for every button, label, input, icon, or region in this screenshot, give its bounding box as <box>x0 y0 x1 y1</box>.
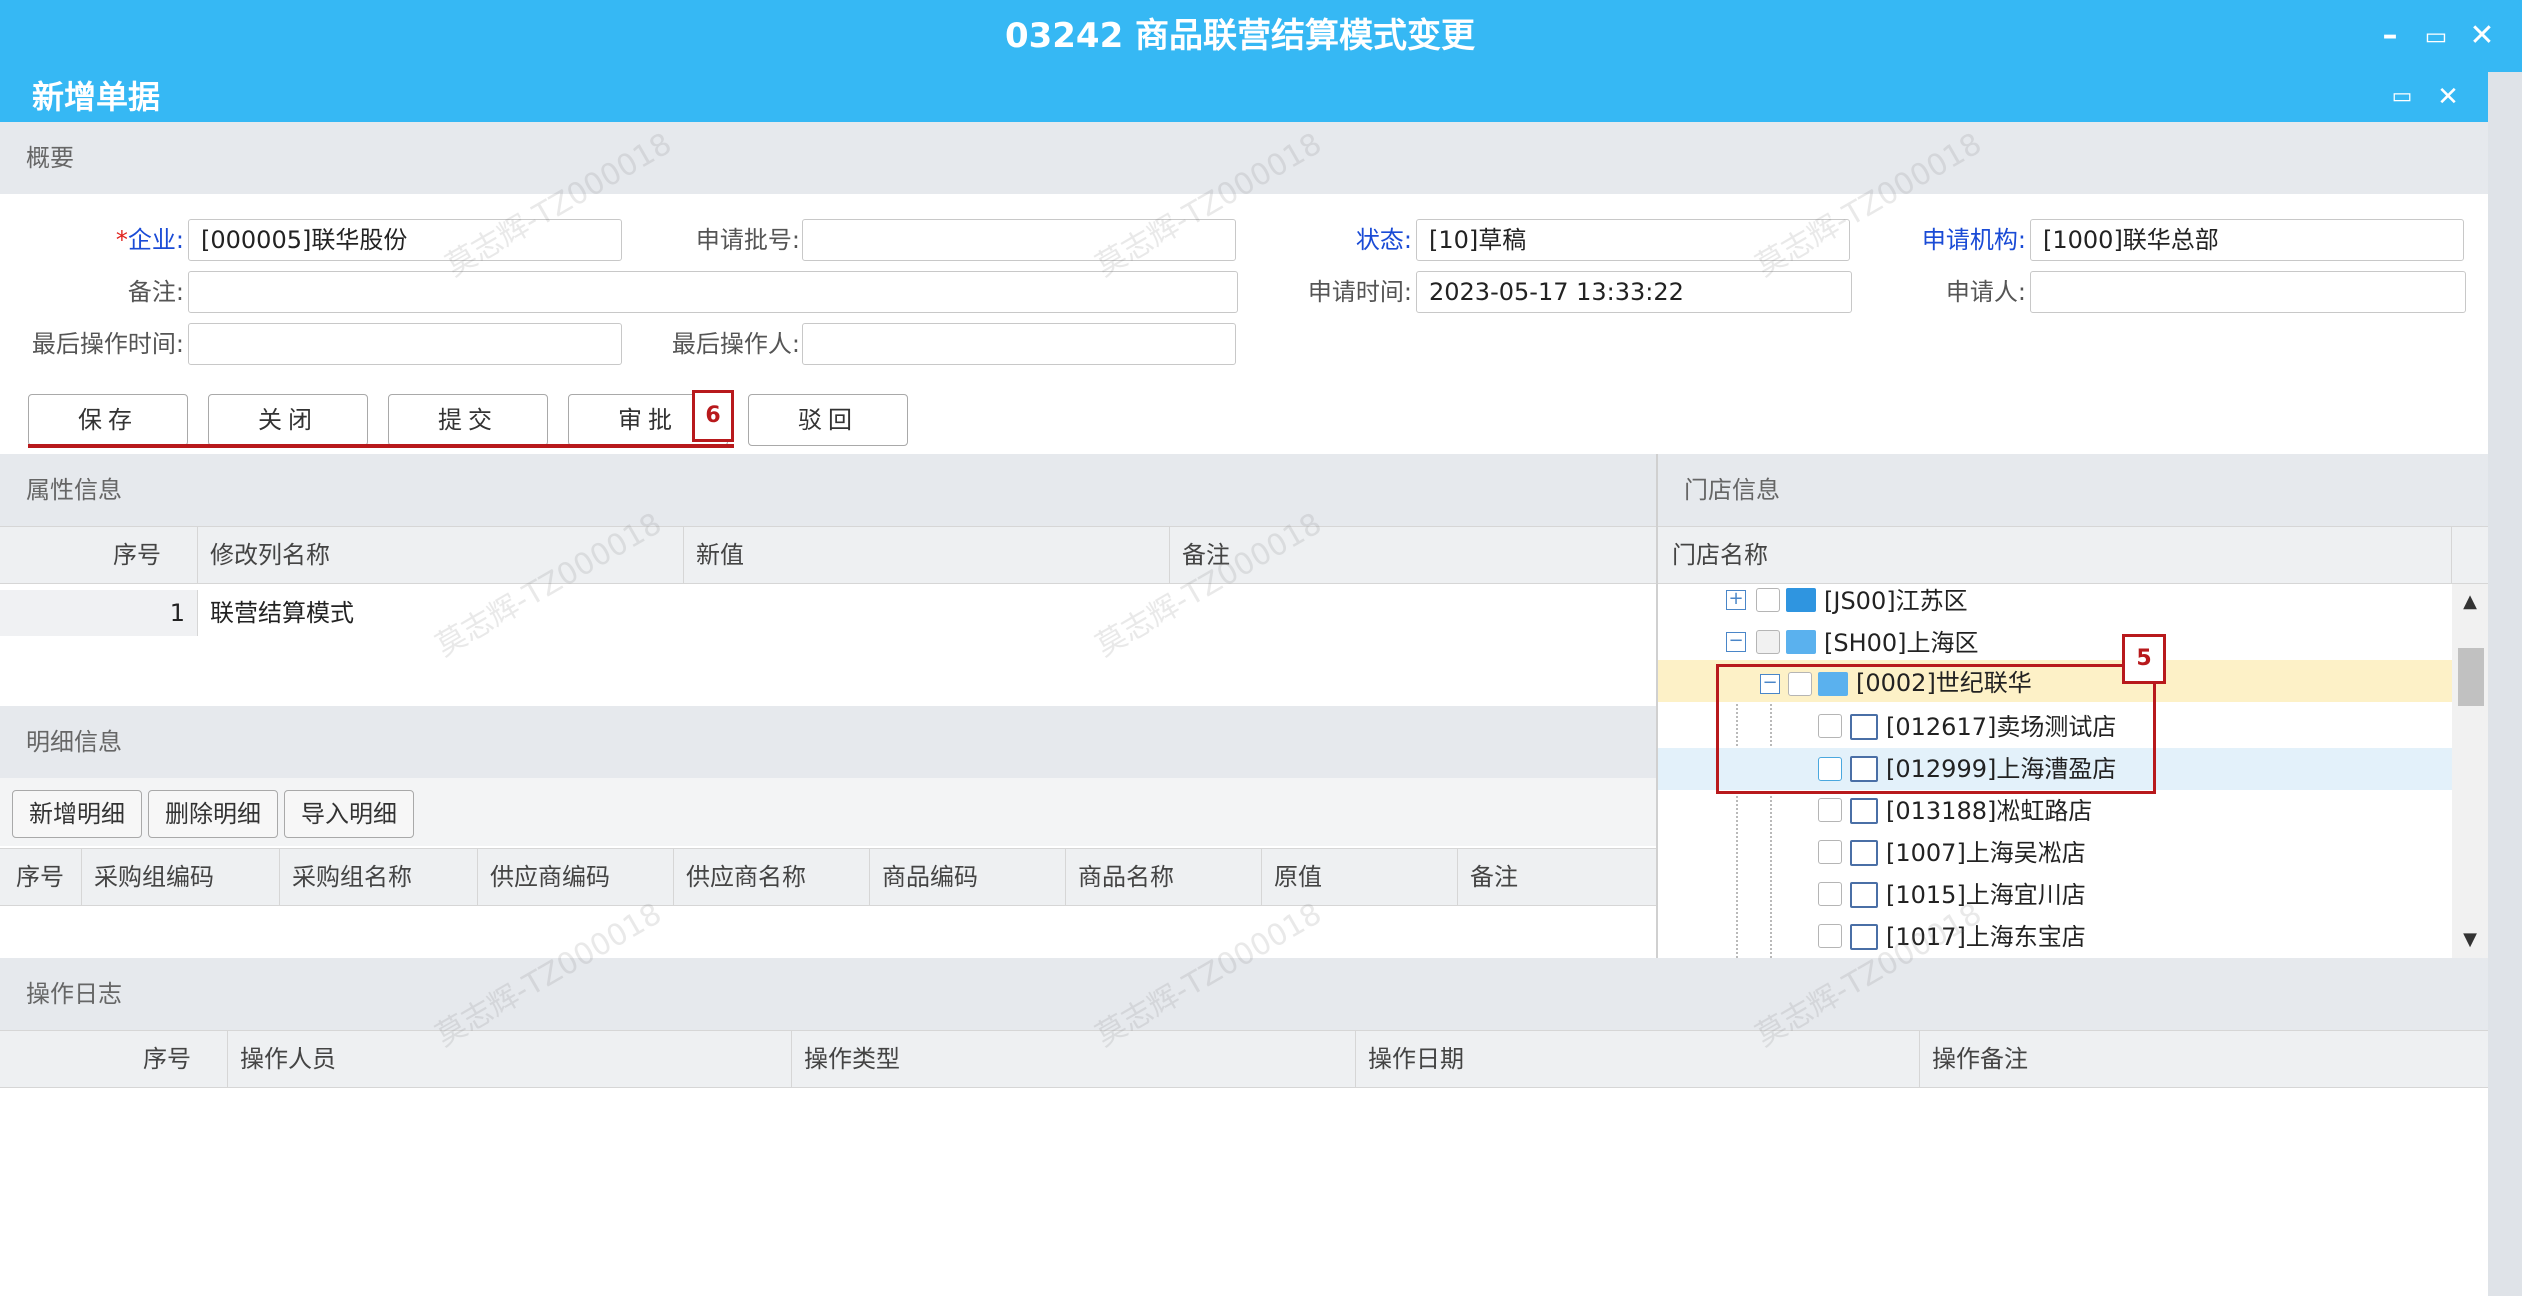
scrollbar-thumb[interactable] <box>2458 648 2484 706</box>
detail-col-product-code: 商品编码 <box>870 848 1066 906</box>
stores-scrollbar[interactable] <box>2452 584 2488 958</box>
reject-button[interactable]: 驳回 <box>748 394 908 446</box>
batch-label: 申请批号: <box>695 226 800 254</box>
detail-col-supplier-name: 供应商名称 <box>674 848 870 906</box>
last-operator-label: 最后操作人: <box>671 330 800 358</box>
dialog-header <box>0 72 2488 122</box>
detail-col-group-code: 采购组编码 <box>82 848 280 906</box>
submit-button[interactable]: 提交 <box>388 394 548 446</box>
oplog-col-date: 操作日期 <box>1356 1030 1920 1088</box>
last-op-time-field[interactable] <box>188 323 622 365</box>
oplog-col-remark: 操作备注 <box>1932 1045 2028 1073</box>
stores-col-name: 门店名称 <box>1658 526 2452 584</box>
store-icon <box>1850 840 1878 866</box>
enterprise-label: *企业: <box>115 226 184 254</box>
detail-col-index: 序号 <box>0 848 82 906</box>
add-detail-button[interactable]: 新增明细 <box>12 790 142 838</box>
detail-col-product-name: 商品名称 <box>1066 848 1262 906</box>
tree-checkbox[interactable] <box>1818 840 1842 864</box>
tree-node-label[interactable]: [JS00]江苏区 <box>1824 580 1968 622</box>
app-title: 03242 商品联营结算模式变更 <box>1004 16 1476 56</box>
status-label: 状态: <box>1355 226 1412 254</box>
attributes-section-title: 属性信息 <box>0 454 1656 526</box>
applicant-label: 申请人: <box>1945 278 2026 306</box>
dialog-title: 新增单据 <box>32 78 161 116</box>
annotation-badge-6: 6 <box>692 390 734 442</box>
applicant-field[interactable] <box>2030 271 2466 313</box>
scroll-up-icon[interactable]: ▲ <box>2458 590 2482 614</box>
detail-col-remark: 备注 <box>1470 863 1518 891</box>
detail-col-group-name: 采购组名称 <box>280 848 478 906</box>
table-row-index[interactable]: 1 <box>0 590 198 636</box>
oplog-col-type: 操作类型 <box>792 1030 1356 1088</box>
enterprise-field[interactable]: [000005]联华股份 <box>188 219 622 261</box>
delete-detail-button[interactable]: 删除明细 <box>148 790 278 838</box>
close-button[interactable]: 关闭 <box>208 394 368 446</box>
tree-node-label[interactable]: [1007]上海吴凇店 <box>1886 832 2086 874</box>
details-section-title: 明细信息 <box>0 706 1656 778</box>
required-mark: * <box>115 226 128 254</box>
last-operator-field[interactable] <box>802 323 1236 365</box>
annotation-callout-box <box>1716 664 2156 794</box>
detail-col-supplier-code: 供应商编码 <box>478 848 674 906</box>
tree-checkbox[interactable] <box>1818 924 1842 948</box>
org-label: 申请机构: <box>1921 226 2026 254</box>
batch-field[interactable] <box>802 219 1236 261</box>
tree-checkbox[interactable] <box>1818 882 1842 906</box>
folder-open-icon <box>1786 630 1816 654</box>
oplog-col-index: 序号 <box>0 1030 228 1088</box>
restore-icon[interactable]: ▭ <box>2414 14 2458 58</box>
minimize-icon[interactable]: – <box>2368 14 2412 58</box>
store-icon <box>1850 924 1878 950</box>
scroll-down-icon[interactable]: ▼ <box>2458 928 2482 952</box>
restore-icon[interactable]: ▭ <box>2380 75 2424 119</box>
tree-node-label[interactable]: [SH00]上海区 <box>1824 622 1979 664</box>
remark-label: 备注: <box>127 278 184 306</box>
apply-time-field[interactable]: 2023-05-17 13:33:22 <box>1416 271 1852 313</box>
annotation-underline <box>28 444 734 448</box>
detail-col-original-value: 原值 <box>1262 848 1458 906</box>
tree-checkbox[interactable] <box>1756 630 1780 654</box>
store-icon <box>1850 798 1878 824</box>
close-icon[interactable]: ✕ <box>2426 75 2470 119</box>
table-row-name[interactable]: 联营结算模式 <box>198 590 684 636</box>
tree-checkbox[interactable] <box>1756 588 1780 612</box>
last-op-time-label: 最后操作时间: <box>31 330 184 358</box>
annotation-badge-5: 5 <box>2122 634 2166 684</box>
tree-checkbox[interactable] <box>1818 798 1842 822</box>
oplog-section-title: 操作日志 <box>0 958 2488 1030</box>
attr-col-remark: 备注 <box>1182 541 1230 569</box>
org-field[interactable]: [1000]联华总部 <box>2030 219 2464 261</box>
summary-section-title: 概要 <box>0 122 2488 194</box>
tree-node-label[interactable]: [013188]凇虹路店 <box>1886 790 2092 832</box>
import-detail-button[interactable]: 导入明细 <box>284 790 414 838</box>
close-icon[interactable]: ✕ <box>2460 14 2504 58</box>
stores-section-title: 门店信息 <box>1658 454 2488 526</box>
background-window-strip <box>2488 72 2522 1296</box>
apply-time-label: 申请时间: <box>1307 278 1412 306</box>
collapse-icon[interactable]: − <box>1726 632 1746 652</box>
remark-field[interactable] <box>188 271 1238 313</box>
expand-icon[interactable]: + <box>1726 590 1746 610</box>
save-button[interactable]: 保存 <box>28 394 188 446</box>
folder-icon <box>1786 588 1816 612</box>
attr-col-new-value: 新值 <box>684 526 1170 584</box>
tree-node-label[interactable]: [1015]上海宜川店 <box>1886 874 2086 916</box>
status-field[interactable]: [10]草稿 <box>1416 219 1850 261</box>
store-icon <box>1850 882 1878 908</box>
attr-col-name: 修改列名称 <box>198 526 684 584</box>
tree-node-label[interactable]: [1017]上海东宝店 <box>1886 916 2086 958</box>
oplog-col-operator: 操作人员 <box>228 1030 792 1088</box>
attr-col-index: 序号 <box>0 526 198 584</box>
